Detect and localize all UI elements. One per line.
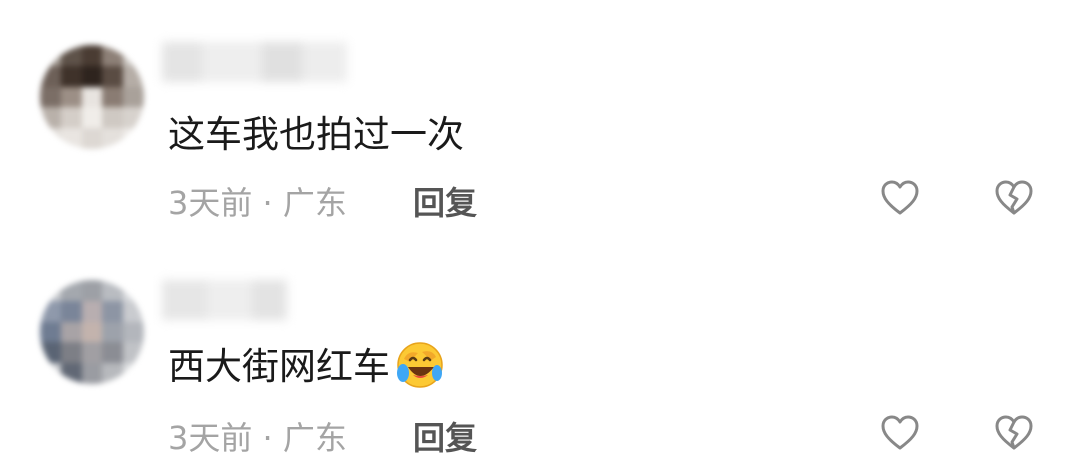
comment-text: 这车我也拍过一次 xyxy=(168,104,464,158)
dislike-button[interactable] xyxy=(992,176,1036,220)
comment-location: 广东 xyxy=(282,184,347,222)
laughing-crying-emoji-icon xyxy=(397,342,443,388)
like-button[interactable] xyxy=(878,411,922,455)
broken-heart-icon xyxy=(995,180,1033,215)
like-button[interactable] xyxy=(878,176,922,220)
comment-item: 这车我也拍过一次 3天前 · 广东 回复 xyxy=(0,0,1080,230)
comment-text-content: 西大街网红车 xyxy=(168,345,390,388)
reply-button[interactable]: 回复 xyxy=(413,178,477,224)
comment-text-content: 这车我也拍过一次 xyxy=(168,113,464,156)
comment-location: 广东 xyxy=(282,419,347,457)
meta-separator: · xyxy=(262,184,273,222)
avatar[interactable] xyxy=(40,45,144,149)
username-blurred[interactable] xyxy=(162,280,287,320)
comment-meta: 3天前 · 广东 xyxy=(168,178,347,224)
username-blurred[interactable] xyxy=(162,42,347,82)
comment-text: 西大街网红车 xyxy=(168,336,446,390)
heart-icon xyxy=(881,180,919,215)
comment-time: 3天前 xyxy=(168,419,253,457)
heart-icon xyxy=(881,415,919,450)
broken-heart-icon xyxy=(995,415,1033,450)
comment-time: 3天前 xyxy=(168,184,253,222)
comment-item: 西大街网红车 3天前 · 广东 回复 xyxy=(0,236,1080,466)
avatar[interactable] xyxy=(40,280,144,384)
dislike-button[interactable] xyxy=(992,411,1036,455)
reply-button[interactable]: 回复 xyxy=(413,413,477,459)
comment-meta: 3天前 · 广东 xyxy=(168,413,347,459)
meta-separator: · xyxy=(262,419,273,457)
